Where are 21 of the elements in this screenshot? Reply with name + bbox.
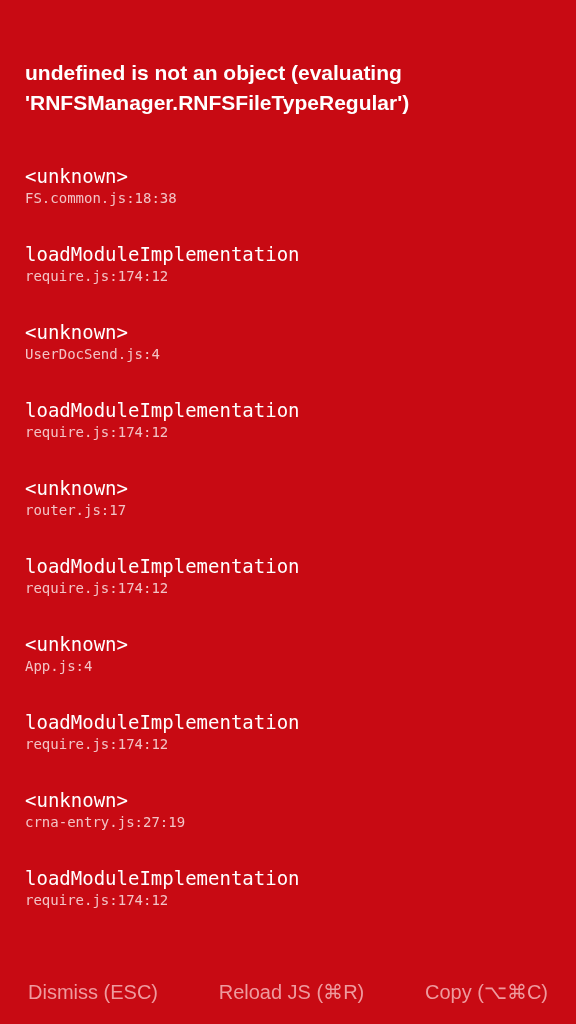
stack-frame-location: require.js:174:12 xyxy=(25,735,169,754)
stack-frame-method[interactable]: loadModuleImplementation xyxy=(25,866,300,890)
stack-frame-location: require.js:174:12 xyxy=(25,579,169,598)
stack-frame-method[interactable]: <unknown> xyxy=(25,632,128,656)
stack-frame-method[interactable]: <unknown> xyxy=(25,164,128,188)
stack-frame-location: require.js:174:12 xyxy=(25,891,169,910)
stack-frame-method[interactable]: loadModuleImplementation xyxy=(25,398,300,422)
stack-frame-method[interactable]: <unknown> xyxy=(25,788,128,812)
stack-frame-location: require.js:174:12 xyxy=(25,267,169,286)
stack-frame-location: router.js:17 xyxy=(25,501,127,520)
stack-frame-location: require.js:174:12 xyxy=(25,423,169,442)
stack-frame-method[interactable]: <unknown> xyxy=(25,476,128,500)
stack-frame-method[interactable]: <unknown> xyxy=(25,320,128,344)
stack-frame-method[interactable]: loadModuleImplementation xyxy=(25,710,300,734)
stack-frame-method[interactable]: loadModuleImplementation xyxy=(25,242,300,266)
stack-frame-location: UserDocSend.js:4 xyxy=(25,345,160,364)
stack-frame-location: App.js:4 xyxy=(25,657,93,676)
stack-frame-location: FS.common.js:18:38 xyxy=(25,189,177,208)
stack-frame-location: crna-entry.js:27:19 xyxy=(25,813,186,832)
stack-frame-method[interactable]: loadModuleImplementation xyxy=(25,554,300,578)
error-message: undefined is not an object (evaluating 'RNFSManager.RNFSFileTypeRegular') xyxy=(25,60,411,116)
